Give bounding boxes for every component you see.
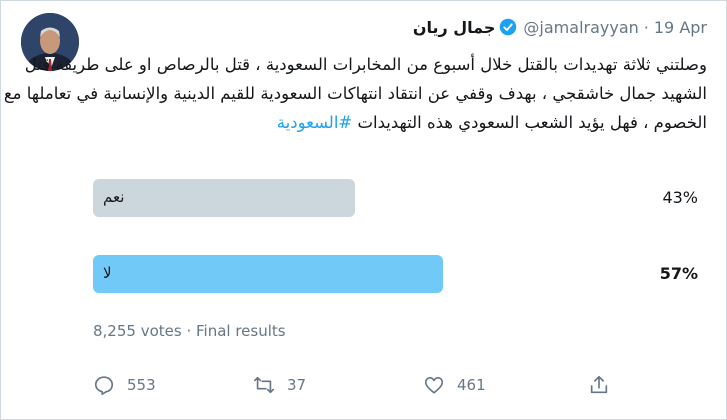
retweet-icon <box>254 376 274 394</box>
poll-option-no: لا 57% <box>93 255 708 293</box>
share-icon <box>590 375 608 394</box>
retweet-button[interactable]: 37 <box>253 370 306 400</box>
poll-votes-summary: 8,255 votes · Final results <box>93 322 286 340</box>
share-button[interactable] <box>588 370 622 400</box>
tweet-text-line: الخصوم ، فهل يؤيد الشعب السعودي هذه الته… <box>102 108 707 137</box>
hashtag-link[interactable]: #السعودية <box>277 113 352 132</box>
like-count: 461 <box>457 376 486 394</box>
poll-option-percent: 43% <box>662 188 698 207</box>
tweet-date[interactable]: 19 Apr <box>654 18 707 37</box>
poll-option-label: لا <box>103 264 112 282</box>
reply-icon <box>94 376 114 395</box>
poll-option-percent: 57% <box>659 264 698 283</box>
display-name[interactable]: جمال ريان <box>413 18 496 37</box>
tweet-text: وصلتني ثلاثة تهديدات بالقتل خلال أسبوع م… <box>3 50 707 137</box>
tweet-text-line: وصلتني ثلاثة تهديدات بالقتل خلال أسبوع م… <box>24 55 707 74</box>
poll-bar-no <box>93 255 443 293</box>
poll-bar-yes <box>93 179 355 217</box>
tweet-actions: 553 37 461 <box>93 370 613 400</box>
header-separator: · <box>643 17 649 37</box>
verified-icon <box>500 18 517 36</box>
poll-option-label: نعم <box>103 188 125 206</box>
like-icon <box>424 377 444 394</box>
user-handle[interactable]: @jamalrayyan <box>523 18 638 37</box>
like-button[interactable]: 461 <box>423 370 486 400</box>
poll-option-yes: نعم 43% <box>93 179 708 217</box>
reply-button[interactable]: 553 <box>93 370 156 400</box>
reply-count: 553 <box>127 376 156 394</box>
retweet-count: 37 <box>287 376 307 394</box>
tweet-header: جمال ريان @jamalrayyan · 19 Apr <box>413 14 707 40</box>
tweet-text-last: الخصوم ، فهل يؤيد الشعب السعودي هذه الته… <box>357 113 707 132</box>
tweet-text-line: الشهيد جمال خاشقجي ، بهدف وقفي عن انتقاد… <box>3 84 707 103</box>
